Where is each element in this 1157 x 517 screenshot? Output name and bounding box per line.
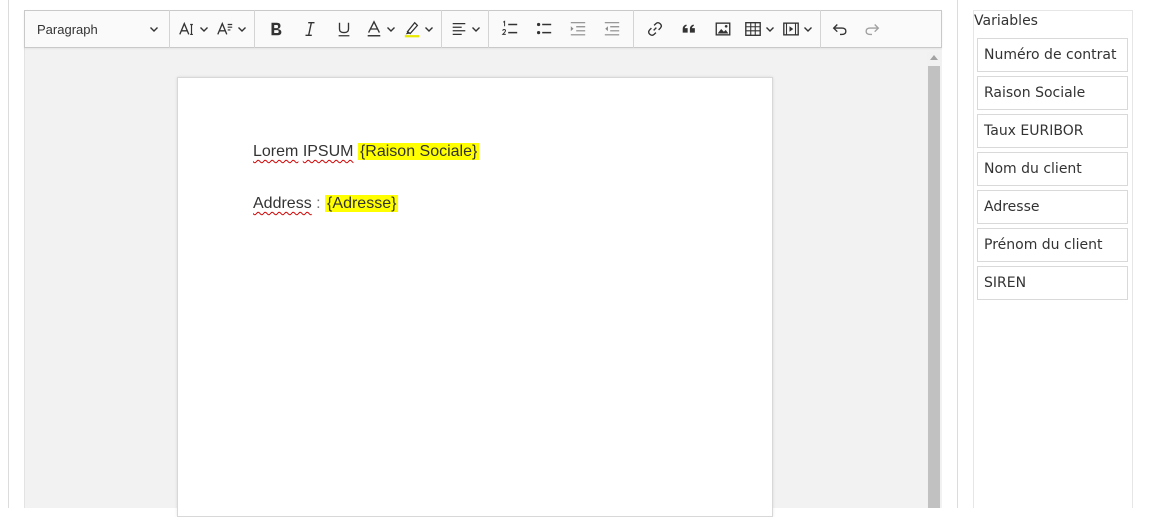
variables-list: Numéro de contrat Raison Sociale Taux EU…	[977, 38, 1128, 304]
chevron-down-icon	[424, 24, 434, 34]
font-family-button[interactable]	[212, 14, 250, 44]
align-left-icon	[449, 19, 469, 39]
paragraph-format-label: Paragraph	[37, 21, 98, 37]
bold-icon	[266, 19, 286, 39]
redo-icon	[862, 19, 882, 39]
toolbar-separator	[254, 10, 255, 48]
variable-item-numero-contrat[interactable]: Numéro de contrat	[977, 38, 1128, 72]
document-paragraph[interactable]: Lorem IPSUM {Raison Sociale}	[253, 140, 480, 164]
insert-media-button[interactable]	[778, 14, 816, 44]
link-button[interactable]	[638, 14, 672, 44]
numbered-list-icon	[500, 19, 520, 39]
redo-button[interactable]	[855, 14, 889, 44]
undo-icon	[830, 19, 850, 39]
increase-indent-button[interactable]	[561, 14, 595, 44]
variable-adresse[interactable]: {Adresse}	[325, 195, 399, 212]
document-page[interactable]: Lorem IPSUM {Raison Sociale} Address : {…	[177, 77, 773, 517]
insert-table-button[interactable]	[740, 14, 778, 44]
blockquote-button[interactable]	[672, 14, 706, 44]
indent-icon	[568, 19, 588, 39]
variable-item-raison-sociale[interactable]: Raison Sociale	[977, 76, 1128, 110]
decrease-indent-button[interactable]	[595, 14, 629, 44]
variable-item-nom-client[interactable]: Nom du client	[977, 152, 1128, 186]
image-icon	[713, 19, 733, 39]
font-color-button[interactable]	[361, 14, 399, 44]
underline-icon	[334, 19, 354, 39]
bulleted-list-button[interactable]	[527, 14, 561, 44]
toolbar-separator	[488, 10, 489, 48]
chevron-down-icon	[765, 24, 775, 34]
chevron-down-icon	[199, 24, 209, 34]
editor-toolbar: Paragraph	[24, 10, 942, 48]
undo-button[interactable]	[825, 14, 855, 44]
variable-item-taux-euribor[interactable]: Taux EURIBOR	[977, 114, 1128, 148]
font-color-icon	[364, 19, 384, 39]
toolbar-separator	[169, 10, 170, 48]
media-icon	[781, 19, 801, 39]
variable-raison-sociale[interactable]: {Raison Sociale}	[357, 143, 480, 160]
toolbar-separator	[820, 10, 821, 48]
outdent-icon	[602, 19, 622, 39]
chevron-down-icon	[803, 24, 813, 34]
font-size-button[interactable]	[174, 14, 212, 44]
variable-item-siren[interactable]: SIREN	[977, 266, 1128, 300]
highlight-button[interactable]	[399, 14, 437, 44]
numbered-list-button[interactable]	[493, 14, 527, 44]
word-lorem: Lorem	[253, 143, 299, 160]
highlight-icon	[402, 19, 422, 39]
toolbar-separator	[633, 10, 634, 48]
bulleted-list-icon	[534, 19, 554, 39]
word-address: Address	[253, 195, 312, 212]
italic-icon	[300, 19, 320, 39]
bold-button[interactable]	[259, 14, 293, 44]
underline-button[interactable]	[327, 14, 361, 44]
insert-image-button[interactable]	[706, 14, 740, 44]
toolbar-separator	[441, 10, 442, 48]
alignment-button[interactable]	[446, 14, 484, 44]
variables-title: Variables	[974, 13, 1038, 29]
scrollbar-thumb[interactable]	[928, 66, 940, 508]
vertical-scrollbar[interactable]	[927, 52, 941, 508]
font-family-icon	[215, 19, 235, 39]
chevron-down-icon	[386, 24, 396, 34]
document-paragraph[interactable]: Address : {Adresse}	[253, 192, 399, 216]
variable-item-adresse[interactable]: Adresse	[977, 190, 1128, 224]
blockquote-icon	[679, 19, 699, 39]
word-ipsum: IPSUM	[302, 143, 354, 160]
italic-button[interactable]	[293, 14, 327, 44]
chevron-down-icon	[471, 24, 481, 34]
font-size-icon	[177, 19, 197, 39]
chevron-down-icon	[149, 24, 159, 34]
link-icon	[645, 19, 665, 39]
scroll-up-arrow-icon[interactable]	[930, 55, 938, 60]
paragraph-format-select[interactable]: Paragraph	[29, 14, 165, 44]
chevron-down-icon	[237, 24, 247, 34]
variable-item-prenom-client[interactable]: Prénom du client	[977, 228, 1128, 262]
separator-colon: :	[311, 195, 326, 212]
table-icon	[743, 19, 763, 39]
